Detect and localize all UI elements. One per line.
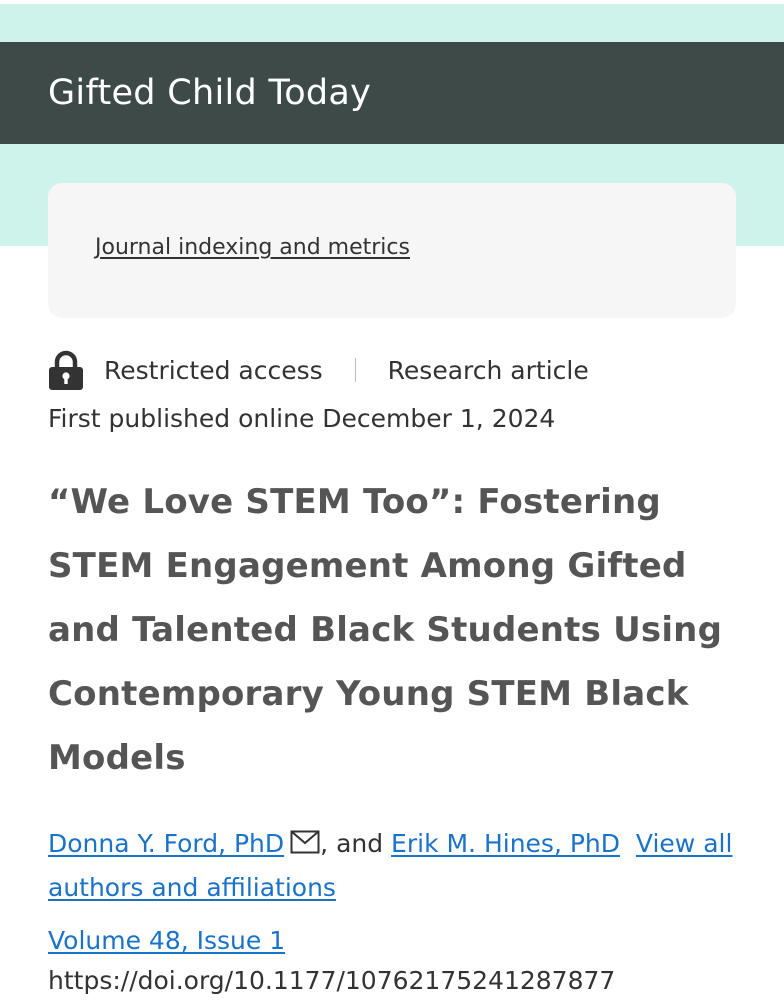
article-title: “We Love STEM Too”: Fostering STEM Engag… [48, 482, 723, 778]
authors-line: Donna Y. Ford, PhD , and Erik M. Hines, … [48, 822, 748, 910]
mail-icon[interactable] [290, 830, 320, 854]
doi-text[interactable]: https://doi.org/10.1177/1076217524128787… [48, 966, 615, 995]
top-strip [0, 0, 784, 4]
authors-separator: , and [320, 829, 392, 858]
indexing-card: Journal indexing and metrics [48, 183, 736, 318]
volume-issue-link[interactable]: Volume 48, Issue 1 [48, 926, 285, 955]
author-link-erik-hines[interactable]: Erik M. Hines, PhD [391, 829, 620, 858]
journal-indexing-link[interactable]: Journal indexing and metrics [95, 235, 410, 260]
article-meta-row: Restricted access Research article [48, 350, 589, 390]
author-link-donna-ford[interactable]: Donna Y. Ford, PhD [48, 829, 284, 858]
lock-icon [49, 350, 83, 390]
article-type-label: Research article [387, 355, 589, 385]
publication-date: First published online December 1, 2024 [48, 404, 556, 433]
journal-title[interactable]: Gifted Child Today [48, 70, 371, 116]
meta-divider [354, 358, 356, 382]
access-label: Restricted access [104, 355, 323, 385]
